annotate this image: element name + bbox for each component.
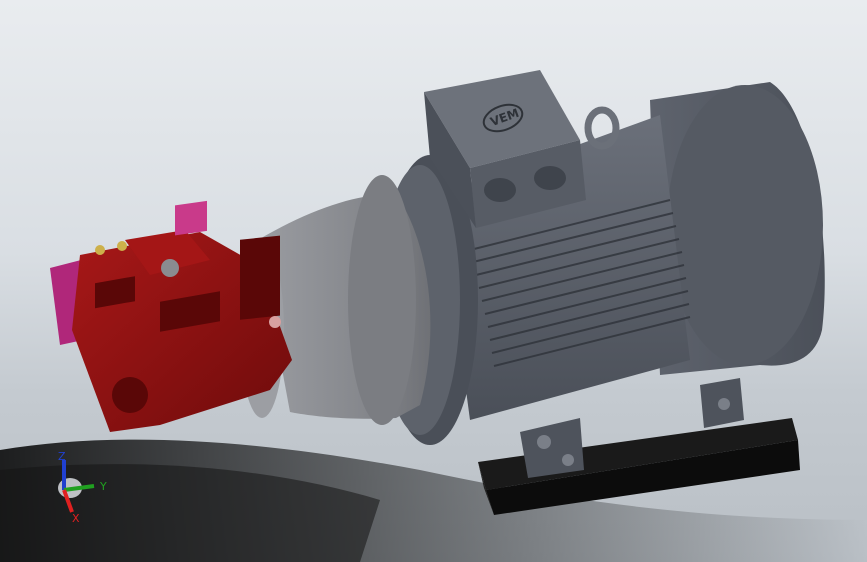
y-axis-label: Y	[99, 480, 107, 493]
x-axis-label: X	[72, 512, 80, 525]
z-axis-label: Z	[58, 450, 66, 463]
orientation-triad[interactable]: Z Y X	[42, 446, 122, 526]
model-render[interactable]: VEM	[0, 0, 867, 562]
graphics-viewport[interactable]: VEM Z Y X	[0, 0, 867, 562]
